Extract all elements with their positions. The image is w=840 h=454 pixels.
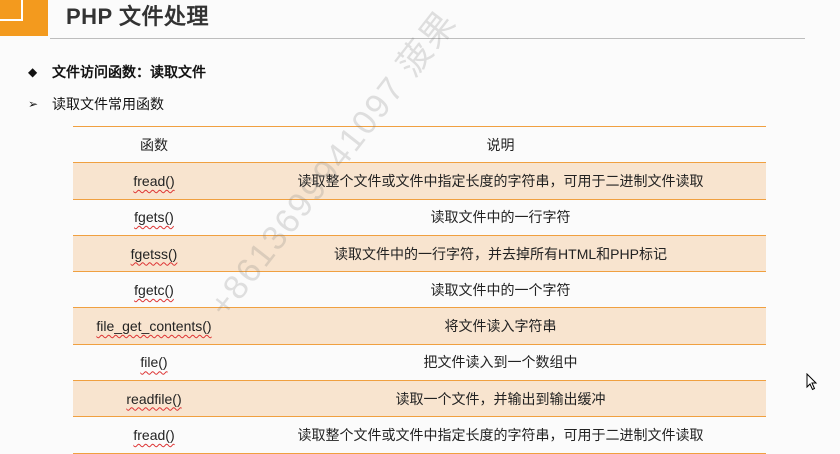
table-row: fgetss() 读取文件中的一行字符，并去掉所有HTML和PHP标记	[73, 235, 766, 272]
mouse-pointer-icon	[806, 373, 818, 391]
function-name: fgetc()	[134, 281, 174, 298]
table-row: file_get_contents() 将文件读入字符串	[73, 307, 766, 345]
function-name: fgetss()	[130, 245, 178, 262]
function-name: file()	[140, 354, 168, 371]
table-row: file() 把文件读入到一个数组中	[73, 344, 766, 381]
table-row: fgetc() 读取文件中的一个字符	[73, 271, 766, 308]
bullet-text: 读取文件常用函数	[52, 96, 164, 112]
function-description: 读取整个文件或文件中指定长度的字符串，可用于二进制文件读取	[297, 172, 704, 189]
table-row: fgets() 读取文件中的一行字符	[73, 199, 766, 236]
function-description: 读取一个文件，并输出到输出缓冲	[395, 390, 606, 407]
title-divider	[50, 38, 805, 39]
function-description: 读取文件中的一行字符	[430, 209, 571, 226]
function-description: 读取文件中的一个字符	[430, 281, 571, 298]
function-name: file_get_contents()	[96, 318, 212, 335]
functions-table: 函数 说明 fread() 读取整个文件或文件中指定长度的字符串，可用于二进制文…	[73, 126, 766, 454]
bullet-read-functions: ➢ 读取文件常用函数	[28, 95, 164, 113]
arrow-bullet-icon: ➢	[28, 97, 39, 111]
slide-title: PHP 文件处理	[66, 4, 209, 29]
header-description: 说明	[486, 136, 515, 153]
function-name: fread()	[133, 172, 175, 189]
bullet-text: 文件访问函数：读取文件	[52, 64, 206, 80]
diamond-bullet-icon: ◆	[28, 65, 38, 79]
title-accent-corner	[0, 0, 23, 21]
table-header-row: 函数 说明	[73, 126, 766, 163]
function-description: 将文件读入字符串	[444, 318, 557, 335]
function-description: 把文件读入到一个数组中	[423, 354, 578, 371]
table-row: readfile() 读取一个文件，并输出到输出缓冲	[73, 380, 766, 417]
function-description: 读取文件中的一行字符，并去掉所有HTML和PHP标记	[334, 245, 667, 262]
table-row: fread() 读取整个文件或文件中指定长度的字符串，可用于二进制文件读取	[73, 162, 766, 200]
header-function: 函数	[140, 136, 168, 153]
function-description: 读取整个文件或文件中指定长度的字符串，可用于二进制文件读取	[297, 427, 704, 444]
table-row: fread() 读取整个文件或文件中指定长度的字符串，可用于二进制文件读取	[73, 416, 766, 454]
bullet-file-access: ◆ 文件访问函数：读取文件	[28, 63, 206, 81]
function-name: readfile()	[126, 390, 182, 407]
function-name: fgets()	[134, 209, 174, 226]
function-name: fread()	[133, 427, 175, 444]
